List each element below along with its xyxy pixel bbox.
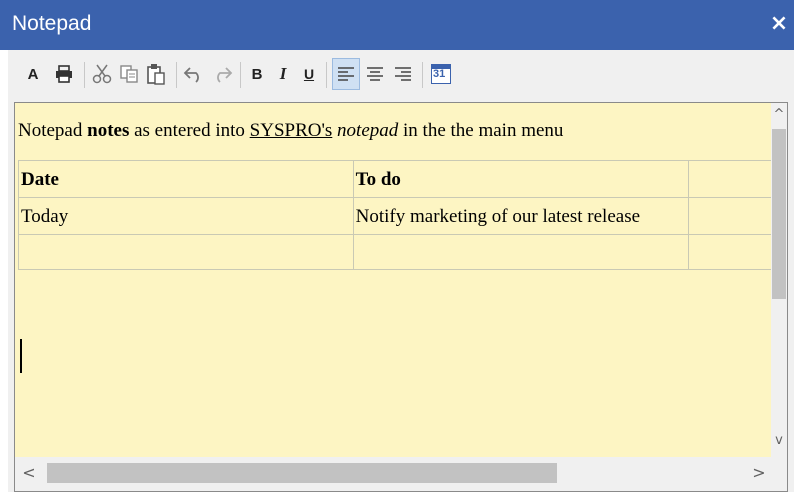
text-run: Notepad (18, 120, 88, 141)
copy-button[interactable] (118, 58, 140, 90)
table-cell[interactable]: Notify marketing of our latest release (352, 197, 690, 235)
table-cell[interactable] (18, 234, 354, 270)
bold-button[interactable]: B (246, 58, 268, 90)
copy-icon (120, 65, 138, 83)
paste-button[interactable] (144, 58, 168, 90)
toolbar-separator (422, 62, 423, 88)
scrollbar-corner (773, 457, 787, 491)
print-button[interactable] (52, 58, 76, 90)
horizontal-scrollbar[interactable]: < > (15, 457, 773, 491)
table-cell[interactable] (688, 234, 773, 270)
font-icon: A (27, 65, 39, 83)
scroll-down-icon[interactable]: v (771, 433, 787, 449)
horizontal-scroll-thumb[interactable] (47, 463, 557, 483)
scissors-icon (92, 64, 112, 84)
toolbar-separator (240, 62, 241, 88)
editor-toolbar: A B I U 31 (8, 50, 794, 100)
notepad-frame: A B I U 31 Notepad notes as entered into… (8, 50, 794, 492)
undo-icon (183, 67, 199, 83)
table-header-cell[interactable] (688, 160, 773, 198)
redo-button[interactable] (210, 58, 234, 90)
italic-icon: I (279, 64, 287, 83)
title-bar: Notepad × (0, 0, 794, 50)
underlined-text: SYSPRO's (249, 120, 333, 141)
toolbar-separator (176, 62, 177, 88)
table-row: Today Notify marketing of our latest rel… (18, 197, 773, 235)
align-center-icon (367, 67, 383, 81)
scroll-left-icon[interactable]: < (21, 465, 37, 481)
scroll-right-icon[interactable]: > (751, 465, 767, 481)
vertical-scroll-thumb[interactable] (772, 129, 786, 299)
table-header-cell[interactable]: To do (352, 160, 690, 198)
cut-button[interactable] (90, 58, 114, 90)
underline-button[interactable]: U (298, 58, 320, 90)
editor-content[interactable]: Notepad notes as entered into SYSPRO's n… (15, 103, 773, 457)
text-run: as entered into (129, 120, 250, 141)
align-left-button[interactable] (332, 58, 360, 90)
bold-text: notes (87, 120, 130, 141)
redo-icon (217, 67, 233, 83)
insert-date-button[interactable]: 31 (428, 58, 454, 90)
calendar-day-label: 31 (433, 68, 446, 80)
align-right-icon (395, 67, 411, 81)
table-cell[interactable] (688, 197, 773, 235)
calendar-icon: 31 (431, 64, 451, 84)
font-button[interactable]: A (22, 58, 44, 90)
notepad-editor[interactable]: Notepad notes as entered into SYSPRO's n… (14, 102, 788, 492)
align-center-button[interactable] (362, 58, 388, 90)
table-header-cell[interactable]: Date (18, 160, 354, 198)
todo-table: Date To do Today Notify marketing of our… (18, 160, 773, 270)
align-left-icon (338, 67, 354, 81)
printer-icon (56, 65, 72, 83)
window-title: Notepad (12, 12, 92, 35)
vertical-scrollbar[interactable]: ^ v (771, 103, 787, 457)
table-row (18, 234, 773, 270)
italic-text: notepad (337, 120, 399, 141)
toolbar-separator (326, 62, 327, 88)
text-run: in the the main menu (398, 120, 564, 141)
close-icon[interactable]: × (766, 9, 792, 39)
paste-icon (147, 64, 165, 85)
notes-paragraph: Notepad notes as entered into SYSPRO's n… (18, 119, 563, 143)
underline-icon: U (303, 66, 315, 82)
text-cursor (20, 339, 22, 373)
table-cell[interactable]: Today (18, 197, 354, 235)
table-header-row: Date To do (18, 160, 773, 198)
align-right-button[interactable] (390, 58, 416, 90)
table-cell[interactable] (352, 234, 690, 270)
scroll-up-icon[interactable]: ^ (771, 107, 787, 123)
undo-button[interactable] (182, 58, 206, 90)
toolbar-separator (84, 62, 85, 88)
bold-icon: B (251, 65, 263, 83)
italic-button[interactable]: I (272, 58, 294, 90)
notepad-window: Notepad × A B I U 31 Notepad notes as en… (0, 0, 794, 492)
